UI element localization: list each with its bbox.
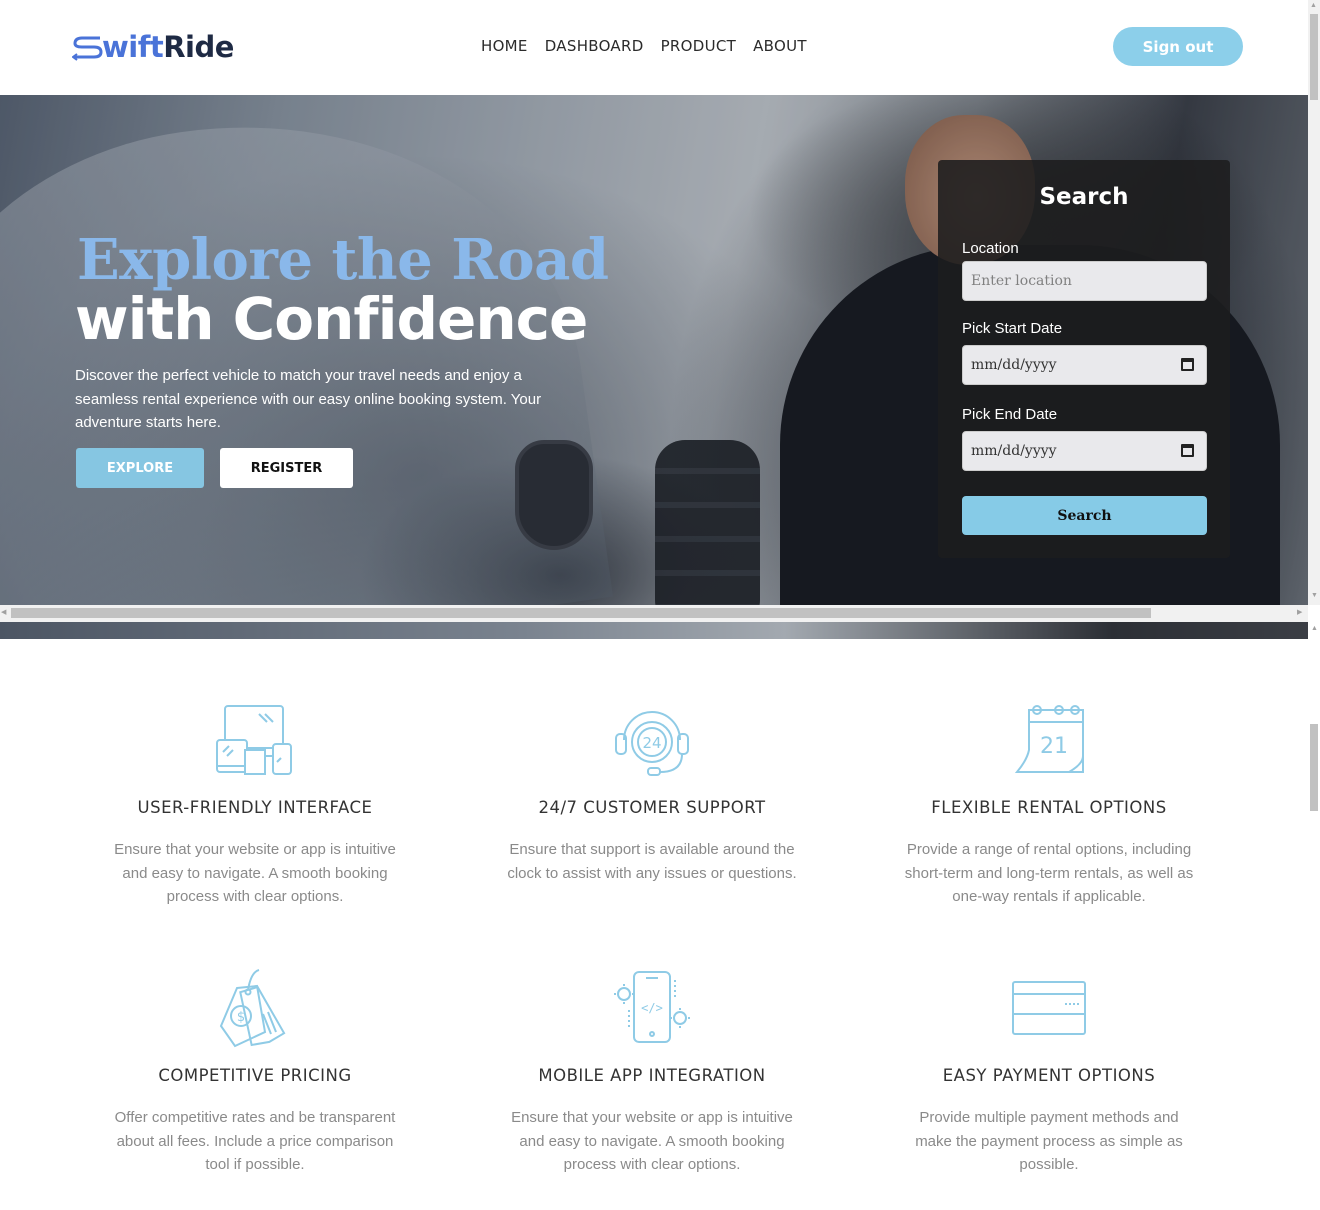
feature-title: USER-FRIENDLY INTERFACE <box>137 798 373 817</box>
svg-text:$: $ <box>237 1010 245 1025</box>
feature-description: Provide multiple payment methods and mak… <box>915 1109 1183 1173</box>
nav-home[interactable]: HOME <box>481 37 528 55</box>
credit-card-icon <box>1012 981 1086 1035</box>
calendar-21-icon: 21 <box>1014 705 1084 773</box>
search-panel: Search Location Enter location Pick Star… <box>938 160 1230 558</box>
feature-title: MOBILE APP INTEGRATION <box>538 1066 766 1085</box>
feature-description: Offer competitive rates and be transpare… <box>114 1109 396 1173</box>
location-input[interactable]: Enter location <box>962 261 1207 301</box>
end-date-label: Pick End Date <box>962 406 1058 423</box>
vertical-scrollbar[interactable] <box>1308 0 1320 605</box>
start-date-value: mm/dd/yyyy <box>971 357 1057 373</box>
price-tag-icon: $ <box>219 969 286 1048</box>
feature-title: FLEXIBLE RENTAL OPTIONS <box>931 798 1167 817</box>
scroll-down-arrow-icon[interactable]: ▼ <box>1311 592 1318 599</box>
sign-out-button[interactable]: Sign out <box>1113 27 1243 66</box>
horizontal-scrollbar-thumb[interactable] <box>11 608 1151 618</box>
vertical-scrollbar-lower[interactable] <box>1308 622 1320 1210</box>
horizontal-scrollbar[interactable] <box>0 605 1308 622</box>
explore-button[interactable]: EXPLORE <box>76 448 204 488</box>
scroll-up-arrow-icon[interactable]: ▲ <box>1311 625 1318 632</box>
hero-description: Discover the perfect vehicle to match yo… <box>75 367 542 431</box>
scroll-up-arrow-icon[interactable]: ▲ <box>1310 2 1317 9</box>
headset-24-icon: 24 <box>615 711 689 776</box>
svg-text:21: 21 <box>1040 734 1068 759</box>
vertical-scrollbar-thumb[interactable] <box>1310 14 1318 100</box>
vertical-scrollbar-lower-thumb[interactable] <box>1310 724 1318 811</box>
devices-icon <box>216 705 292 775</box>
feature-description: Ensure that support is available around … <box>507 841 797 882</box>
logo[interactable]: wiftRide <box>72 30 234 64</box>
end-date-value: mm/dd/yyyy <box>971 443 1057 459</box>
start-date-input[interactable]: mm/dd/yyyy <box>962 345 1207 385</box>
nav-about[interactable]: ABOUT <box>753 37 807 55</box>
scroll-right-arrow-icon[interactable]: ▶ <box>1297 608 1302 616</box>
feature-description: Provide a range of rental options, inclu… <box>904 841 1194 905</box>
scroll-left-arrow-icon[interactable]: ◀ <box>1 608 6 616</box>
start-date-label: Pick Start Date <box>962 320 1063 337</box>
location-label: Location <box>962 240 1019 257</box>
logo-text: wiftRide <box>102 30 234 64</box>
feature-description: Ensure that your website or app is intui… <box>114 841 396 905</box>
hero-image-strip <box>0 622 1308 639</box>
end-date-input[interactable]: mm/dd/yyyy <box>962 431 1207 471</box>
nav-product[interactable]: PRODUCT <box>661 37 737 55</box>
nav-dashboard[interactable]: DASHBOARD <box>545 37 644 55</box>
feature-title: 24/7 CUSTOMER SUPPORT <box>538 798 766 817</box>
feature-description: Ensure that your website or app is intui… <box>511 1109 793 1173</box>
search-panel-title: Search <box>1039 184 1129 210</box>
search-button[interactable]: Search <box>962 496 1207 535</box>
feature-title: COMPETITIVE PRICING <box>158 1066 352 1085</box>
hero-title-line1: Explore the Road <box>77 227 609 293</box>
svg-text:24: 24 <box>642 734 661 752</box>
calendar-icon[interactable] <box>1181 358 1194 371</box>
mobile-code-icon: </> <box>614 971 690 1043</box>
hero-title-line2: with Confidence <box>75 285 588 353</box>
svg-text:</>: </> <box>641 1001 663 1015</box>
feature-title: EASY PAYMENT OPTIONS <box>942 1066 1156 1085</box>
logo-s-arrow-icon <box>72 36 103 61</box>
main-nav: HOME DASHBOARD PRODUCT ABOUT <box>481 37 807 55</box>
navbar: wiftRide HOME DASHBOARD PRODUCT ABOUT Si… <box>0 0 1308 95</box>
calendar-icon[interactable] <box>1181 444 1194 457</box>
register-button[interactable]: REGISTER <box>220 448 353 488</box>
